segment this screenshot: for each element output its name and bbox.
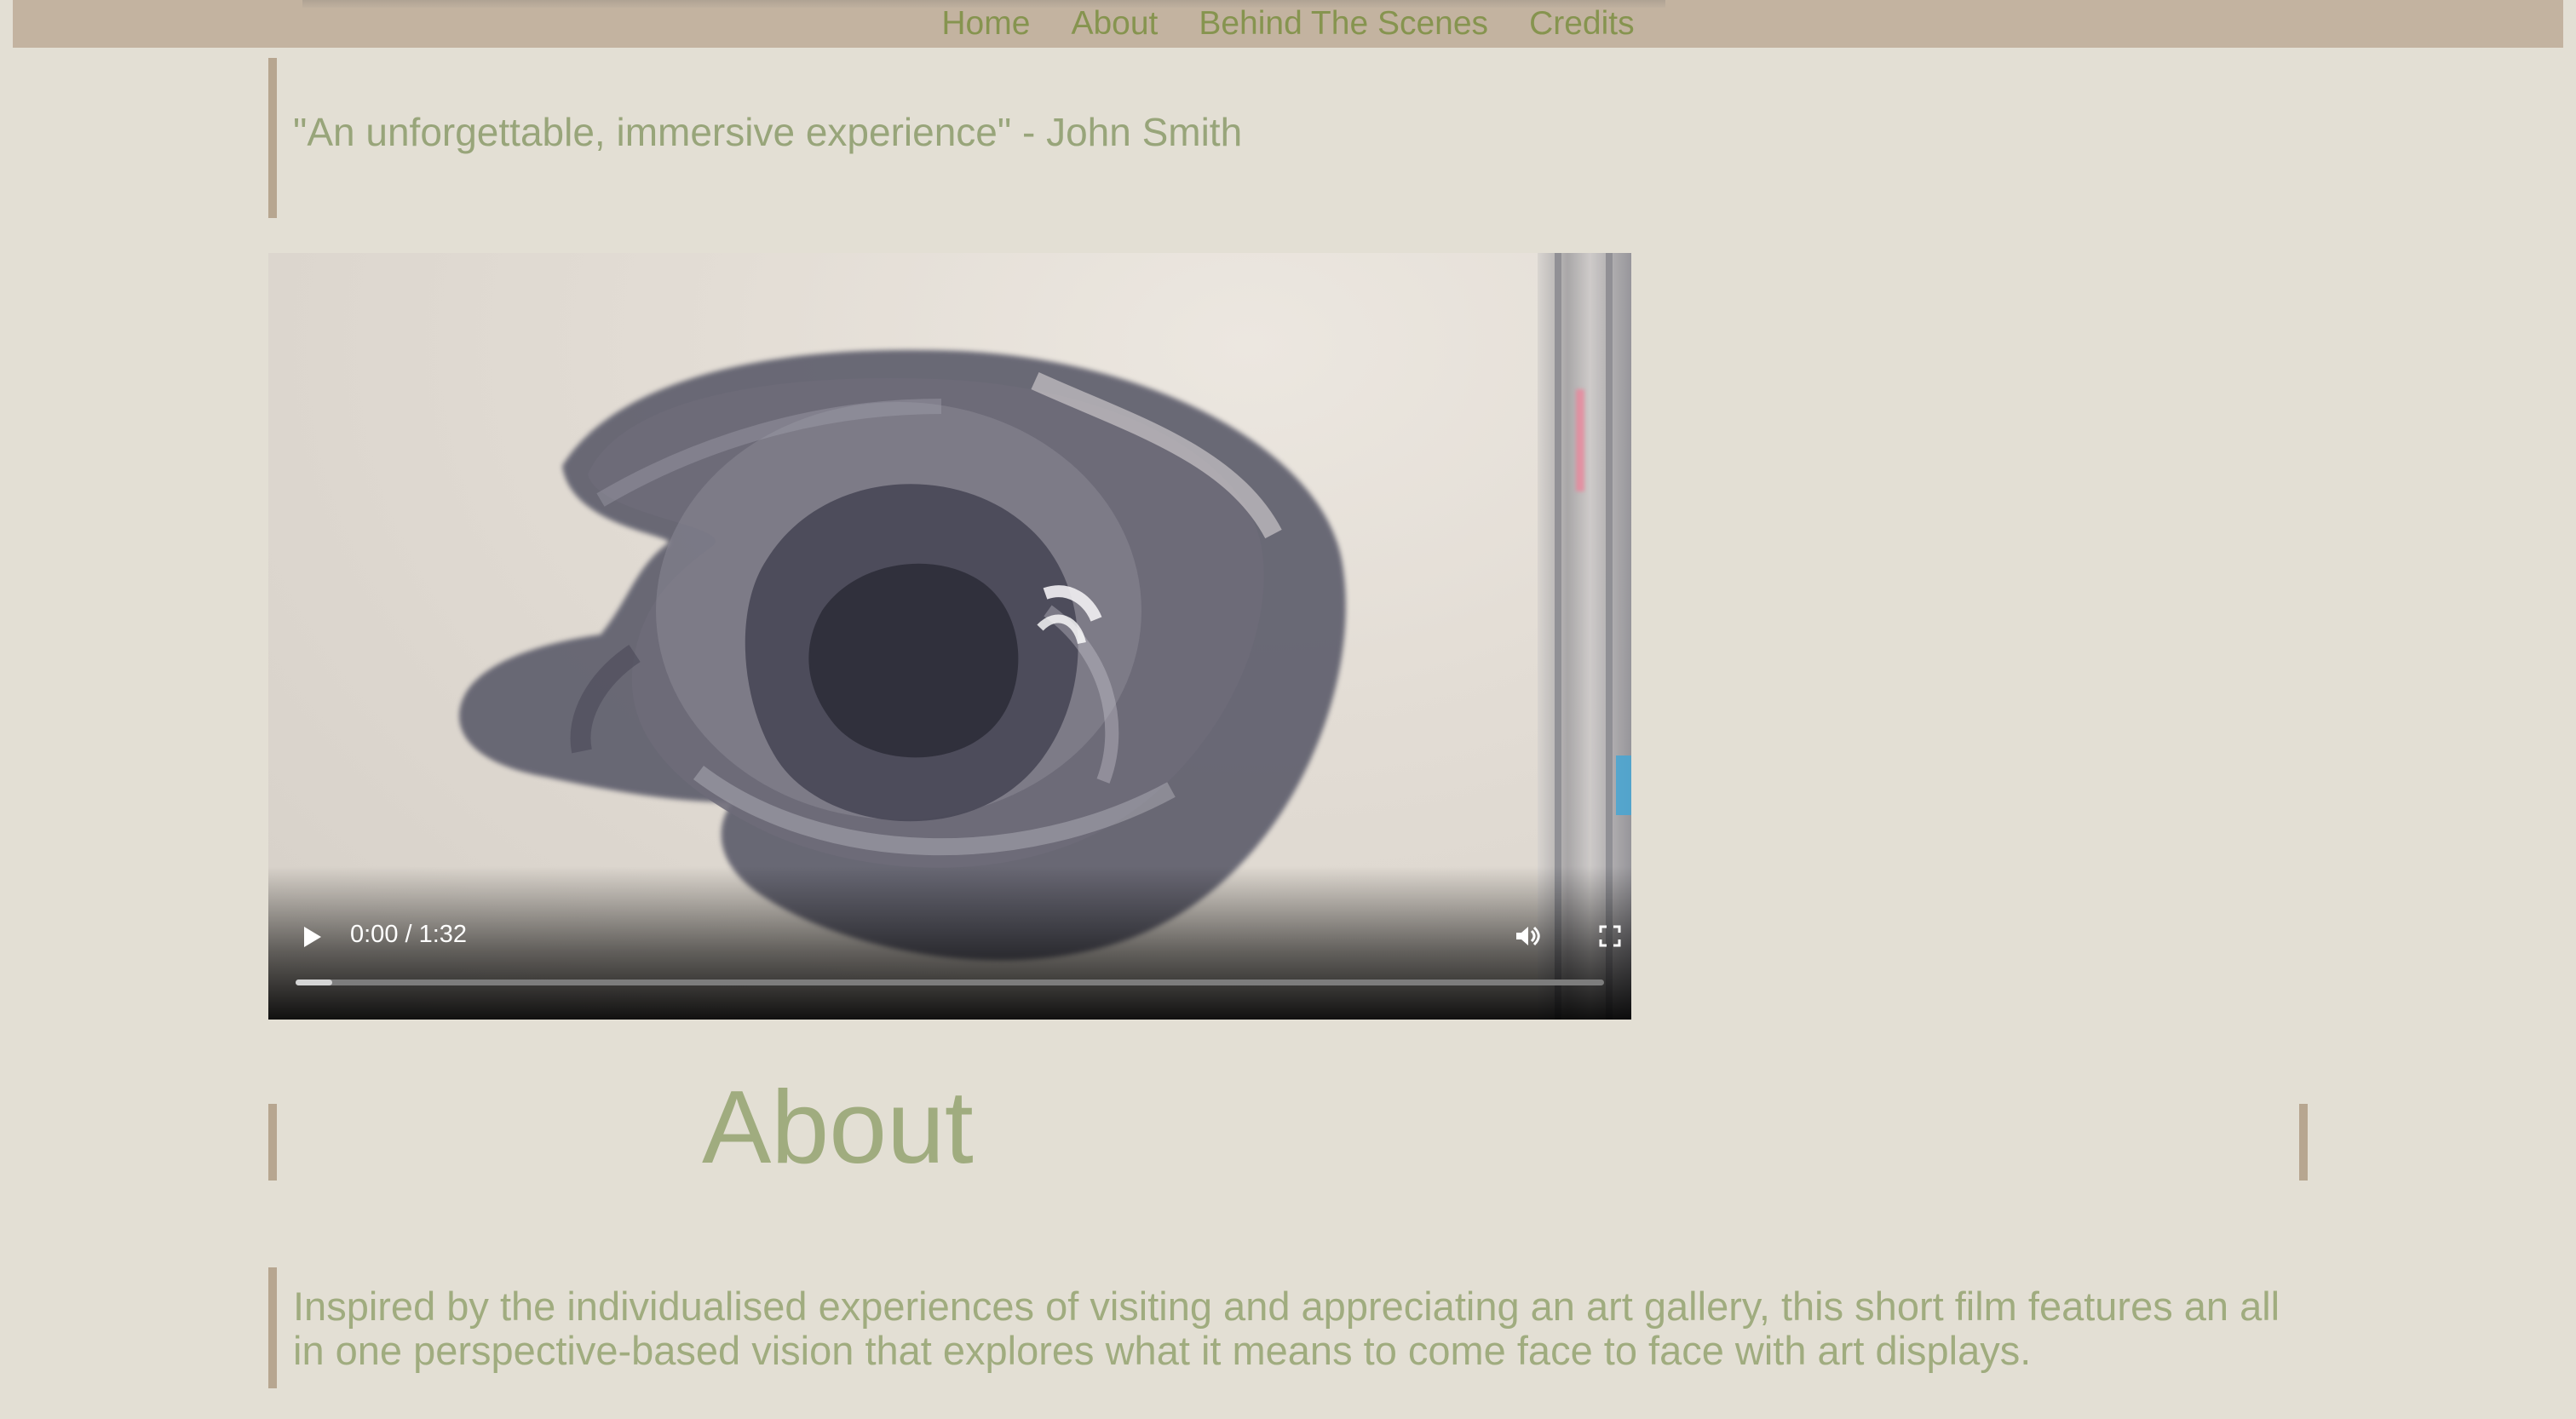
video-progress-track[interactable] [296,980,1604,985]
video-time-display: 0:00 / 1:32 [350,921,468,948]
fullscreen-icon[interactable] [1593,919,1627,953]
nav-link-behind-the-scenes[interactable]: Behind The Scenes [1178,0,1509,48]
about-description: Inspired by the individualised experienc… [293,1284,2280,1373]
pink-light-glow [1576,389,1584,491]
top-navigation: Home About Behind The Scenes Credits [13,0,2563,48]
about-left-accent-bar [268,1104,277,1181]
play-icon[interactable] [296,920,330,954]
video-controls-gradient [268,866,1631,1020]
play-icon-shape [304,927,321,947]
about-right-accent-bar [2299,1104,2308,1181]
video-progress-fill [296,980,332,985]
quote-accent-bar [268,58,277,218]
fullscreen-icon-shape [1599,925,1621,947]
volume-icon[interactable] [1510,919,1544,953]
nav-link-about[interactable]: About [1050,0,1178,48]
about-text-accent-bar [268,1267,277,1388]
blue-light-glow [1616,755,1631,815]
volume-icon-shape [1516,926,1540,946]
film-video-player[interactable]: 0:00 / 1:32 [268,253,1631,1020]
nav-link-home[interactable]: Home [921,0,1050,48]
about-heading: About [702,1069,974,1185]
nav-link-credits[interactable]: Credits [1509,0,1655,48]
testimonial-quote: "An unforgettable, immersive experience"… [293,110,1243,154]
